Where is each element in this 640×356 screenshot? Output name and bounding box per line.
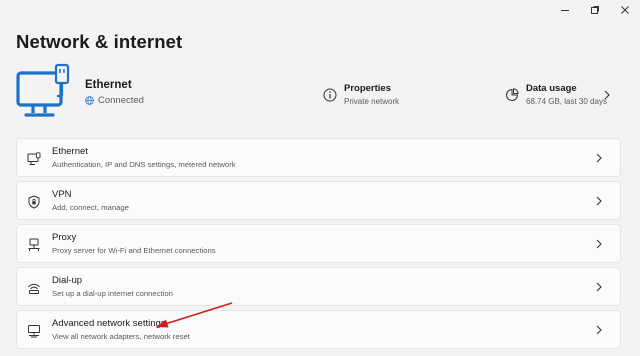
network-adapter-icon <box>28 325 40 338</box>
data-usage-icon <box>506 88 519 101</box>
chevron-right-icon[interactable] <box>603 90 611 100</box>
minimize-button[interactable] <box>550 0 580 20</box>
properties-subtitle: Private network <box>344 97 400 106</box>
chevron-right-icon <box>596 153 602 163</box>
globe-icon <box>85 96 94 105</box>
ethernet-icon <box>27 152 41 165</box>
close-icon <box>621 6 629 14</box>
chevron-right-icon <box>596 239 602 249</box>
data-usage-link[interactable]: Data usage 68.74 GB, last 30 days <box>505 83 607 106</box>
page-title: Network & internet <box>16 31 183 52</box>
list-item-title: VPN <box>52 189 72 200</box>
list-item-subtitle: Proxy server for Wi-Fi and Ethernet conn… <box>52 246 216 255</box>
window-controls <box>550 0 640 20</box>
properties-title: Properties <box>344 83 391 94</box>
data-usage-subtitle: 68.74 GB, last 30 days <box>526 97 607 106</box>
chevron-right-icon <box>596 325 602 335</box>
close-button[interactable] <box>610 0 640 20</box>
properties-link[interactable]: Properties Private network <box>323 83 399 106</box>
shield-icon <box>28 195 40 209</box>
list-item-subtitle: Set up a dial-up internet connection <box>52 289 173 298</box>
list-item-subtitle: Authentication, IP and DNS settings, met… <box>52 160 236 169</box>
data-usage-title: Data usage <box>526 83 577 94</box>
proxy-icon <box>28 238 40 251</box>
list-item-proxy[interactable]: Proxy Proxy server for Wi-Fi and Etherne… <box>16 224 621 263</box>
ethernet-computer-icon <box>16 63 70 117</box>
list-item-title: Ethernet <box>52 146 88 157</box>
list-item-vpn[interactable]: VPN Add, connect, manage <box>16 181 621 220</box>
chevron-right-icon <box>596 196 602 206</box>
maximize-icon <box>591 6 599 14</box>
connection-name: Ethernet <box>85 79 132 91</box>
maximize-button[interactable] <box>580 0 610 20</box>
list-item-subtitle: Add, connect, manage <box>52 203 129 212</box>
list-item-title: Proxy <box>52 232 77 243</box>
info-icon <box>323 88 337 102</box>
minimize-icon <box>561 10 569 11</box>
list-item-ethernet[interactable]: Ethernet Authentication, IP and DNS sett… <box>16 138 621 177</box>
list-item-title: Dial-up <box>52 275 83 286</box>
list-item-dialup[interactable]: Dial-up Set up a dial-up internet connec… <box>16 267 621 306</box>
connection-status-label: Connected <box>98 95 144 106</box>
connection-status: Connected <box>85 95 144 106</box>
list-item-subtitle: View all network adapters, network reset <box>52 332 190 341</box>
list-item-advanced-network-settings[interactable]: Advanced network settings View all netwo… <box>16 310 621 349</box>
list-item-title: Advanced network settings <box>52 318 166 329</box>
dialup-icon <box>28 283 40 294</box>
chevron-right-icon <box>596 282 602 292</box>
